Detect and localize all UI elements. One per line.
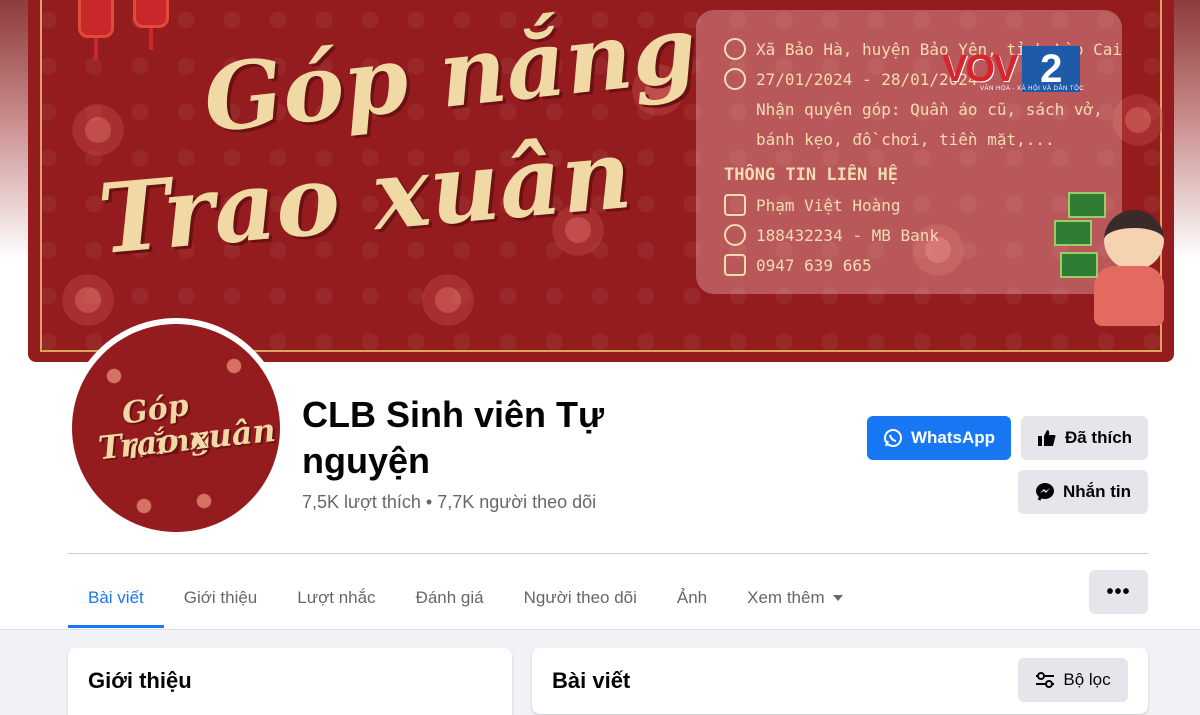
- flower-decoration: [102, 364, 126, 388]
- flower-decoration: [192, 489, 216, 513]
- tab-about[interactable]: Giới thiệu: [164, 568, 278, 628]
- clock-icon: [724, 68, 746, 90]
- whatsapp-label: WhatsApp: [910, 428, 996, 447]
- filter-icon: [1035, 671, 1055, 689]
- girl-body: [1094, 266, 1164, 326]
- filter-button[interactable]: Bộ lọc: [1018, 658, 1128, 702]
- message-button[interactable]: Nhắn tin: [1018, 470, 1148, 514]
- avatar-image: Góp nắng Trao xuân: [72, 324, 280, 532]
- tab-more[interactable]: Xem thêm: [727, 568, 862, 628]
- girl-head: [1104, 210, 1164, 270]
- lantern-icon: [133, 0, 169, 50]
- message-label: Nhắn tin: [1063, 482, 1131, 501]
- tab-label: Người theo dõi: [523, 588, 637, 607]
- flower-decoration: [418, 270, 478, 330]
- intro-card-title: Giới thiệu: [88, 668, 192, 693]
- lantern-icon: [78, 0, 114, 60]
- tab-mentions[interactable]: Lượt nhắc: [277, 568, 395, 628]
- page-title: CLB Sinh viên Tự nguyện: [302, 394, 605, 481]
- contact-name-text: Phạm Việt Hoàng: [756, 195, 901, 215]
- tab-followers[interactable]: Người theo dõi: [504, 568, 657, 628]
- money-icon: [724, 224, 746, 246]
- banh-chung-icon: [1068, 192, 1106, 218]
- phone-icon: [724, 254, 746, 276]
- tab-label: Ảnh: [676, 588, 708, 607]
- tab-photos[interactable]: Ảnh: [657, 568, 727, 628]
- liked-button[interactable]: Đã thích: [1021, 416, 1148, 460]
- tab-label: Xem thêm: [747, 588, 825, 607]
- flower-decoration: [58, 270, 118, 330]
- tab-label: Bài viết: [88, 588, 144, 607]
- whatsapp-icon: [883, 428, 903, 448]
- vov-logo-text: VOV: [942, 47, 1018, 90]
- girl-illustration: [1054, 190, 1174, 340]
- tab-label: Đánh giá: [415, 588, 484, 607]
- header-divider: [68, 553, 1148, 554]
- location-icon: [724, 38, 746, 60]
- more-options-button[interactable]: •••: [1089, 570, 1148, 614]
- tab-reviews[interactable]: Đánh giá: [396, 568, 504, 628]
- bank-text: 188432234 - MB Bank: [756, 225, 940, 245]
- caret-down-icon: [832, 595, 843, 601]
- banh-chung-icon: [1060, 252, 1098, 278]
- contact-heading: THÔNG TIN LIÊN HỆ: [724, 165, 898, 185]
- messenger-icon: [1035, 482, 1055, 502]
- profile-tabs: Bài viết Giới thiệu Lượt nhắc Đánh giá N…: [68, 568, 863, 628]
- flower-decoration: [68, 100, 128, 160]
- liked-label: Đã thích: [1064, 428, 1133, 447]
- person-icon: [724, 194, 746, 216]
- tab-label: Lượt nhắc: [297, 588, 376, 607]
- thumbs-up-icon: [1037, 428, 1057, 448]
- whatsapp-button[interactable]: WhatsApp: [867, 416, 1011, 460]
- posts-card-title: Bài viết: [552, 668, 631, 693]
- profile-avatar[interactable]: Góp nắng Trao xuân: [66, 318, 286, 538]
- intro-card: Giới thiệu: [68, 648, 512, 715]
- tab-label: Giới thiệu: [183, 588, 258, 607]
- flower-decoration: [132, 494, 156, 518]
- phone-text: 0947 639 665: [756, 255, 872, 275]
- profile-bottom-border: [0, 629, 1200, 630]
- page-stats[interactable]: 7,5K lượt thích • 7,7K người theo dõi: [302, 492, 596, 513]
- filter-label: Bộ lọc: [1063, 670, 1111, 689]
- posts-card: Bài viết Bộ lọc: [532, 648, 1148, 714]
- banh-chung-icon: [1054, 220, 1092, 246]
- flower-decoration: [222, 354, 246, 378]
- vov-tagline: VĂN HÓA - XÃ HỘI VÀ DÂN TỘC: [980, 86, 1085, 92]
- donation-line1: Nhận quyên góp: Quần áo cũ, sách vở,: [756, 99, 1103, 119]
- donation-line2: bánh kẹo, đồ chơi, tiền mặt,...: [756, 129, 1055, 149]
- tab-posts[interactable]: Bài viết: [68, 568, 164, 628]
